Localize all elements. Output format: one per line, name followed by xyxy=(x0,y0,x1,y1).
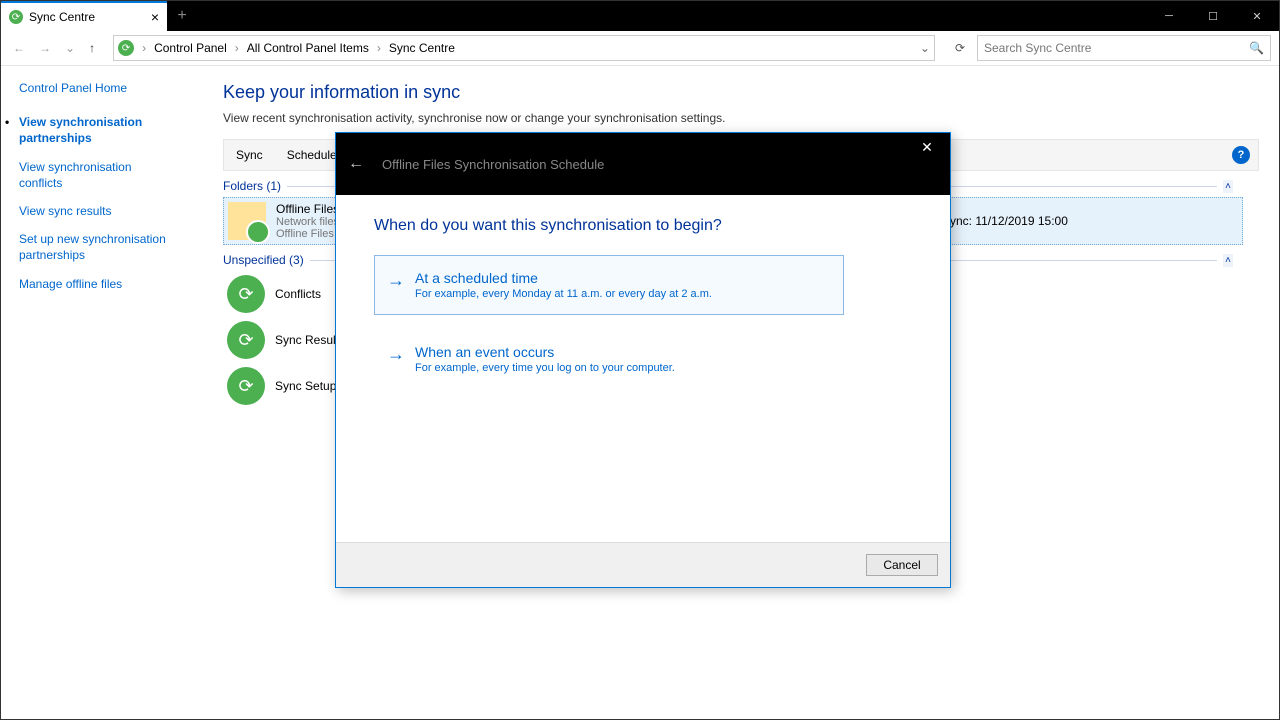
arrow-right-icon: → xyxy=(387,344,405,374)
dialog-heading: When do you want this synchronisation to… xyxy=(374,217,912,235)
refresh-button[interactable]: ⟳ xyxy=(949,41,971,55)
dialog-footer: Cancel xyxy=(336,542,950,587)
sync-icon: ⟳ xyxy=(9,10,23,24)
collapse-icon[interactable]: ˄ xyxy=(1223,180,1233,193)
dialog-back-button[interactable]: ← xyxy=(348,155,364,173)
recent-dropdown[interactable]: ⌄ xyxy=(61,39,79,57)
close-button[interactable]: ✕ xyxy=(1235,1,1279,31)
new-tab-button[interactable]: + xyxy=(167,1,197,31)
chevron-right-icon: › xyxy=(231,41,243,55)
tab-title: Sync Centre xyxy=(29,10,95,24)
back-button[interactable]: ← xyxy=(9,39,29,57)
sidebar-item-results[interactable]: View sync results xyxy=(19,203,175,219)
dialog-title: Offline Files Synchronisation Schedule xyxy=(382,157,604,172)
cancel-button[interactable]: Cancel xyxy=(866,554,938,576)
option-event-occurs[interactable]: → When an event occurs For example, ever… xyxy=(374,329,912,389)
window-tab[interactable]: ⟳ Sync Centre × xyxy=(1,1,167,31)
sidebar: Control Panel Home View synchronisation … xyxy=(1,66,193,720)
breadcrumb-item[interactable]: All Control Panel Items xyxy=(247,41,369,55)
page-title: Keep your information in sync xyxy=(223,82,1259,103)
chevron-right-icon: › xyxy=(138,41,150,55)
help-icon[interactable]: ? xyxy=(1232,146,1250,164)
dialog-close-button[interactable]: ✕ xyxy=(904,133,950,161)
sync-icon: ⟳ xyxy=(118,40,134,56)
navbar: ← → ⌄ ↑ ⟳ › Control Panel › All Control … xyxy=(1,31,1279,66)
sidebar-item-partnerships[interactable]: View synchronisation partnerships xyxy=(19,114,175,146)
sync-icon: ⟳ xyxy=(227,367,265,405)
sidebar-item-setup[interactable]: Set up new synchronisation partnerships xyxy=(19,231,175,263)
maximize-button[interactable]: ☐ xyxy=(1191,1,1235,31)
search-icon: 🔍 xyxy=(1249,41,1264,55)
breadcrumb-item[interactable]: Sync Centre xyxy=(389,41,455,55)
up-button[interactable]: ↑ xyxy=(85,39,99,57)
collapse-icon[interactable]: ˄ xyxy=(1223,254,1233,267)
forward-button[interactable]: → xyxy=(35,39,55,57)
chevron-right-icon: › xyxy=(373,41,385,55)
search-placeholder: Search Sync Centre xyxy=(984,41,1091,55)
search-input[interactable]: Search Sync Centre 🔍 xyxy=(977,35,1271,61)
toolbar-schedule[interactable]: Schedule xyxy=(287,148,337,162)
tab-close-icon[interactable]: × xyxy=(151,9,159,25)
dialog-titlebar: ← Offline Files Synchronisation Schedule… xyxy=(336,133,950,195)
address-dropdown-icon[interactable]: ⌄ xyxy=(920,41,930,55)
toolbar-sync[interactable]: Sync xyxy=(236,148,263,162)
minimize-button[interactable]: ─ xyxy=(1147,1,1191,31)
page-subtitle: View recent synchronisation activity, sy… xyxy=(223,111,1259,125)
sidebar-item-home[interactable]: Control Panel Home xyxy=(19,80,175,96)
option-scheduled-time[interactable]: → At a scheduled time For example, every… xyxy=(374,255,844,315)
window: ⟳ Sync Centre × + ─ ☐ ✕ ← → ⌄ ↑ ⟳ › Cont… xyxy=(0,0,1280,720)
breadcrumb-item[interactable]: Control Panel xyxy=(154,41,227,55)
folder-sync-icon xyxy=(228,202,266,240)
arrow-right-icon: → xyxy=(387,270,405,300)
sync-icon: ⟳ xyxy=(227,275,265,313)
sidebar-item-conflicts[interactable]: View synchronisation conflicts xyxy=(19,159,175,191)
schedule-dialog: ← Offline Files Synchronisation Schedule… xyxy=(335,132,951,588)
sidebar-item-manage[interactable]: Manage offline files xyxy=(19,276,175,292)
titlebar: ⟳ Sync Centre × + ─ ☐ ✕ xyxy=(1,1,1279,31)
address-bar[interactable]: ⟳ › Control Panel › All Control Panel It… xyxy=(113,35,935,61)
sync-icon: ⟳ xyxy=(227,321,265,359)
